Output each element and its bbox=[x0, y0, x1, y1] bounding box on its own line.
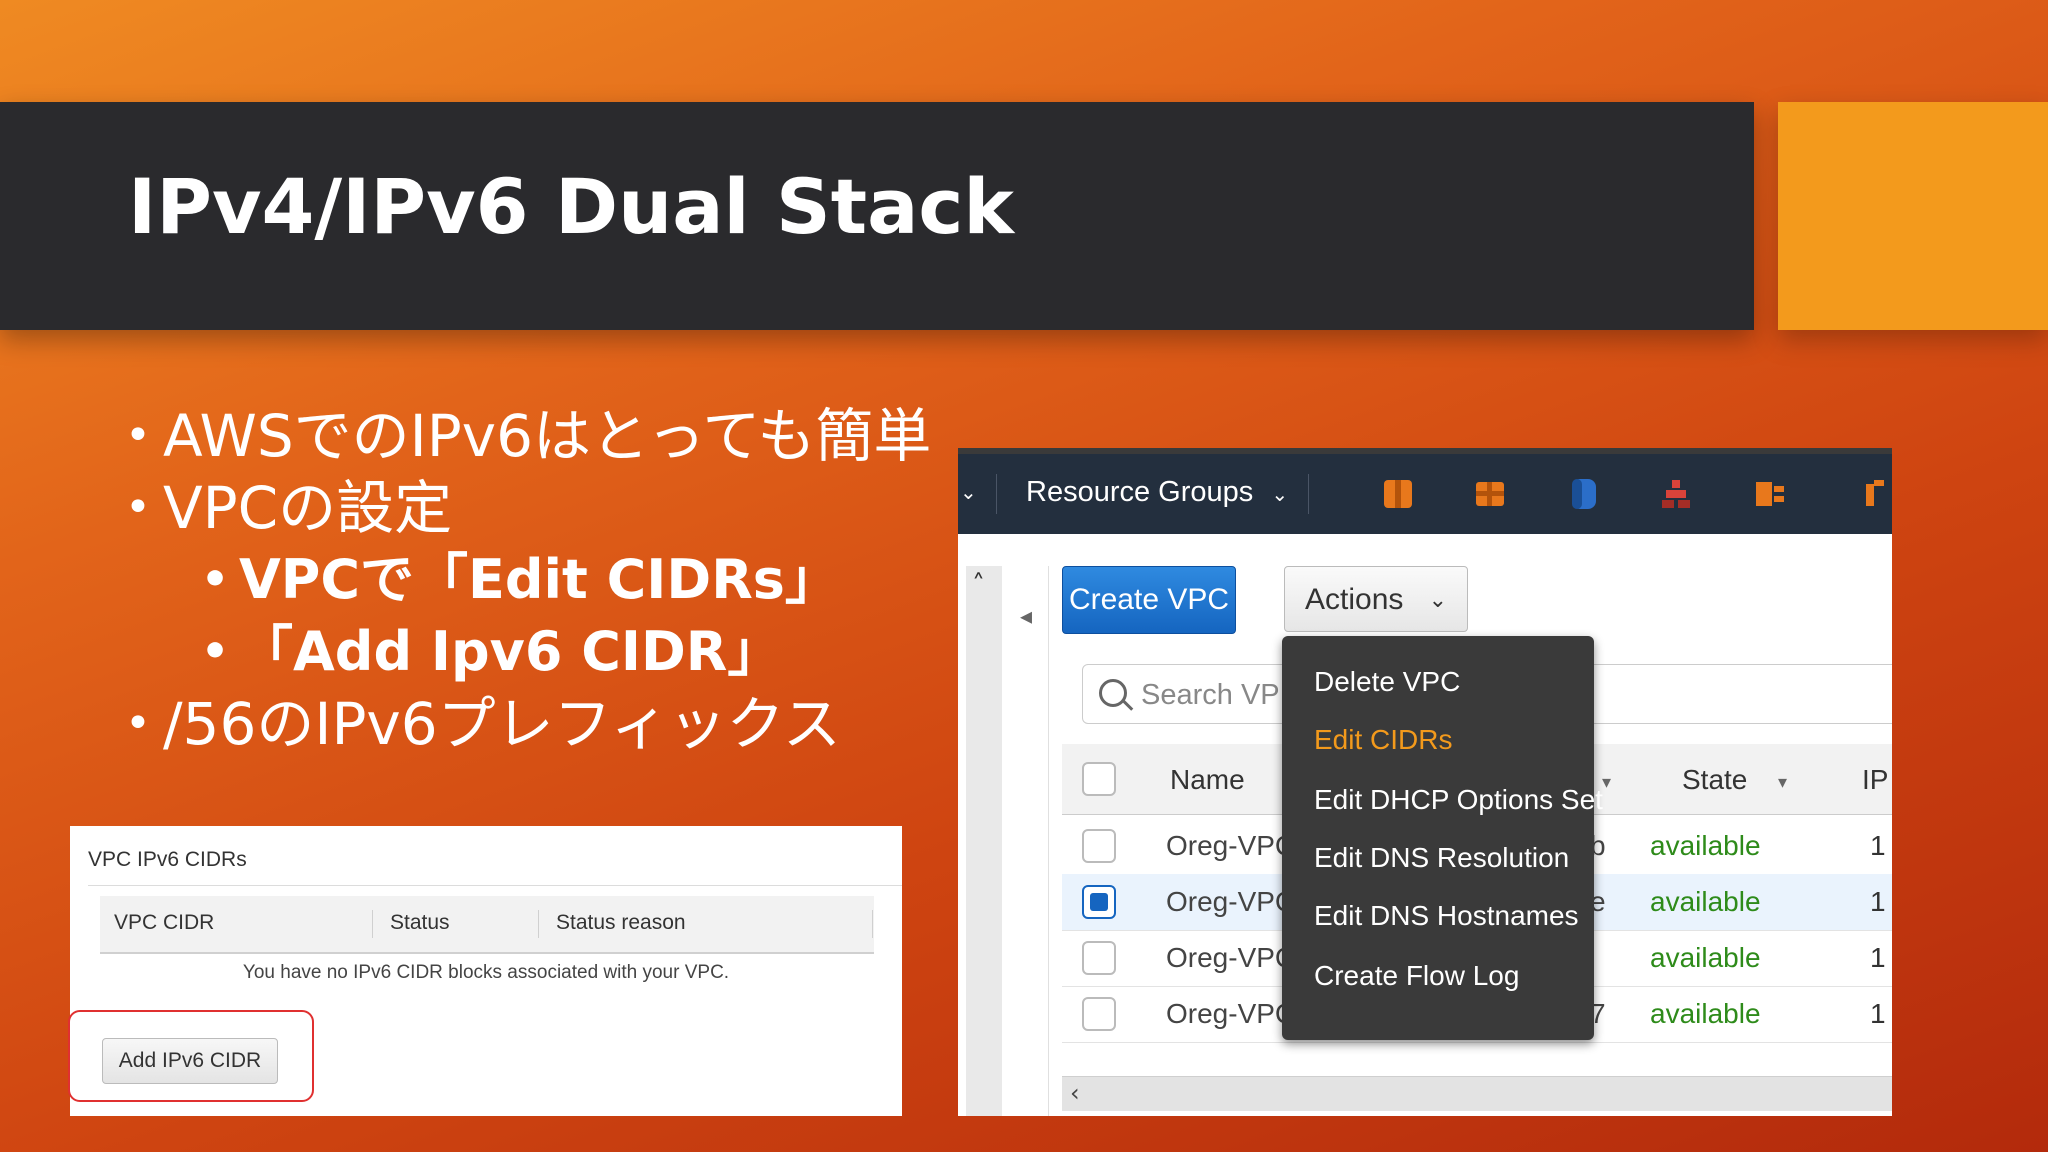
bullet-dot: • bbox=[201, 626, 230, 677]
bullet-text: 「Add Ipv6 CIDR」 bbox=[239, 620, 782, 683]
accent-square bbox=[1778, 102, 2048, 330]
menu-item-edit-cidrs[interactable]: Edit CIDRs bbox=[1314, 724, 1452, 756]
panel-header: VPC IPv6 CIDRs bbox=[88, 848, 247, 871]
sidebar-collapse-column: ◂ bbox=[1012, 566, 1049, 1116]
col-status-reason: Status reason bbox=[556, 911, 686, 934]
bullet-item: •/56のIPv6プレフィックス bbox=[125, 688, 841, 760]
vpc-name: Oreg-VPC bbox=[1166, 942, 1296, 973]
column-divider bbox=[538, 910, 539, 938]
codedeploy-service-icon[interactable] bbox=[1658, 476, 1694, 512]
nav-divider bbox=[996, 474, 997, 514]
vpc-name: Oreg-VPC bbox=[1166, 886, 1296, 917]
vpc-ip: 1 bbox=[1870, 830, 1886, 861]
sort-icon[interactable]: ▾ bbox=[1778, 772, 1787, 793]
horizontal-scrollbar[interactable]: ‹ bbox=[1062, 1076, 1892, 1111]
bullet-text: AWSでのIPv6はとっても簡単 bbox=[163, 402, 932, 470]
col-status: Status bbox=[390, 911, 450, 934]
nav-divider bbox=[1308, 474, 1309, 514]
bullet-dot: • bbox=[125, 410, 151, 461]
chevron-down-icon[interactable]: ⌄ bbox=[960, 480, 977, 504]
bullet-dot: • bbox=[125, 698, 151, 749]
vpc-ip: 1 bbox=[1870, 942, 1886, 973]
vpc-name: Oreg-VPC bbox=[1166, 998, 1296, 1029]
bullet-text: /56のIPv6プレフィックス bbox=[163, 690, 841, 758]
ipv6-cidr-panel: VPC IPv6 CIDRs VPC CIDR Status Status re… bbox=[68, 826, 902, 1116]
scroll-up-icon[interactable]: ˄ bbox=[972, 570, 985, 600]
collapse-sidebar-icon[interactable]: ◂ bbox=[1020, 602, 1032, 630]
dynamodb-service-icon[interactable] bbox=[1566, 476, 1602, 512]
column-divider bbox=[372, 910, 373, 938]
select-all-checkbox[interactable] bbox=[1082, 762, 1116, 796]
s3-service-icon[interactable] bbox=[1472, 476, 1508, 512]
menu-item-delete-vpc[interactable]: Delete VPC bbox=[1314, 666, 1460, 698]
search-placeholder: Search VP bbox=[1141, 679, 1280, 711]
title-bar: IPv4/IPv6 Dual Stack bbox=[0, 102, 1754, 330]
cloudfront-service-icon[interactable] bbox=[1752, 476, 1788, 512]
vpc-state: available bbox=[1650, 830, 1761, 861]
scroll-left-icon[interactable]: ‹ bbox=[1070, 1079, 1080, 1107]
lambda-service-icon[interactable] bbox=[1858, 476, 1892, 512]
divider bbox=[88, 885, 902, 886]
vpc-console-panel: ⌄ Resource Groups ⌄ ˄ ◂ Create VPC Actio… bbox=[958, 448, 1892, 1116]
vpc-state: available bbox=[1650, 998, 1761, 1029]
resource-groups-label: Resource Groups bbox=[1026, 476, 1254, 508]
col-state[interactable]: State bbox=[1682, 764, 1747, 796]
menu-item-edit-dns-hostnames[interactable]: Edit DNS Hostnames bbox=[1314, 900, 1579, 932]
empty-message: You have no IPv6 CIDR blocks associated … bbox=[242, 962, 730, 983]
vpc-name: Oreg-VPC bbox=[1166, 830, 1296, 861]
chevron-down-icon: ⌄ bbox=[1271, 484, 1289, 506]
menu-item-create-flow-log[interactable]: Create Flow Log bbox=[1314, 960, 1519, 992]
row-checkbox[interactable] bbox=[1082, 829, 1116, 863]
menu-item-edit-dns-resolution[interactable]: Edit DNS Resolution bbox=[1314, 842, 1569, 874]
bullet-list: • AWSでのIPv6はとっても簡単 • VPCの設定 • VPCで「Edit CID… bbox=[125, 400, 931, 760]
chevron-down-icon: ⌄ bbox=[1428, 587, 1447, 612]
bullet-text: VPCで「Edit CIDRs」 bbox=[239, 548, 839, 611]
col-name[interactable]: Name bbox=[1170, 764, 1245, 796]
row-checkbox[interactable] bbox=[1082, 997, 1116, 1031]
bullet-dot: • bbox=[125, 482, 151, 533]
bullet-item: • VPCの設定 bbox=[125, 472, 452, 544]
vpc-state: available bbox=[1650, 942, 1761, 973]
actions-dropdown-menu: Delete VPC Edit CIDRs Edit DHCP Options … bbox=[1282, 636, 1603, 1040]
cidr-table-header: VPC CIDR Status Status reason bbox=[100, 896, 874, 954]
sidebar-scroll-column: ˄ bbox=[966, 566, 1002, 1116]
row-checkbox[interactable] bbox=[1082, 885, 1116, 919]
col-vpc-cidr: VPC CIDR bbox=[114, 911, 215, 934]
search-icon bbox=[1099, 679, 1127, 707]
vpc-state: available bbox=[1650, 886, 1761, 917]
actions-button[interactable]: Actions ⌄ bbox=[1284, 566, 1468, 632]
create-vpc-button[interactable]: Create VPC bbox=[1062, 566, 1236, 634]
col-ip[interactable]: IP bbox=[1862, 764, 1888, 796]
sort-icon[interactable]: ▾ bbox=[1602, 772, 1611, 793]
menu-item-edit-dhcp-options-set[interactable]: Edit DHCP Options Set bbox=[1314, 784, 1603, 816]
actions-label: Actions bbox=[1305, 583, 1404, 616]
column-divider bbox=[872, 910, 873, 938]
aws-top-nav: ⌄ Resource Groups ⌄ bbox=[958, 448, 1892, 534]
add-ipv6-cidr-button[interactable]: Add IPv6 CIDR bbox=[102, 1038, 278, 1084]
bullet-item: • AWSでのIPv6はとっても簡単 bbox=[125, 400, 931, 472]
slide-title: IPv4/IPv6 Dual Stack bbox=[128, 162, 1014, 251]
resource-groups-menu[interactable]: Resource Groups ⌄ bbox=[1026, 476, 1288, 509]
vpc-ip: 1 bbox=[1870, 998, 1886, 1029]
vpc-ip: 1 bbox=[1870, 886, 1886, 917]
bullet-dot: • bbox=[201, 554, 230, 605]
ec2-service-icon[interactable] bbox=[1380, 476, 1416, 512]
bullet-text: VPCの設定 bbox=[163, 474, 453, 542]
row-checkbox[interactable] bbox=[1082, 941, 1116, 975]
